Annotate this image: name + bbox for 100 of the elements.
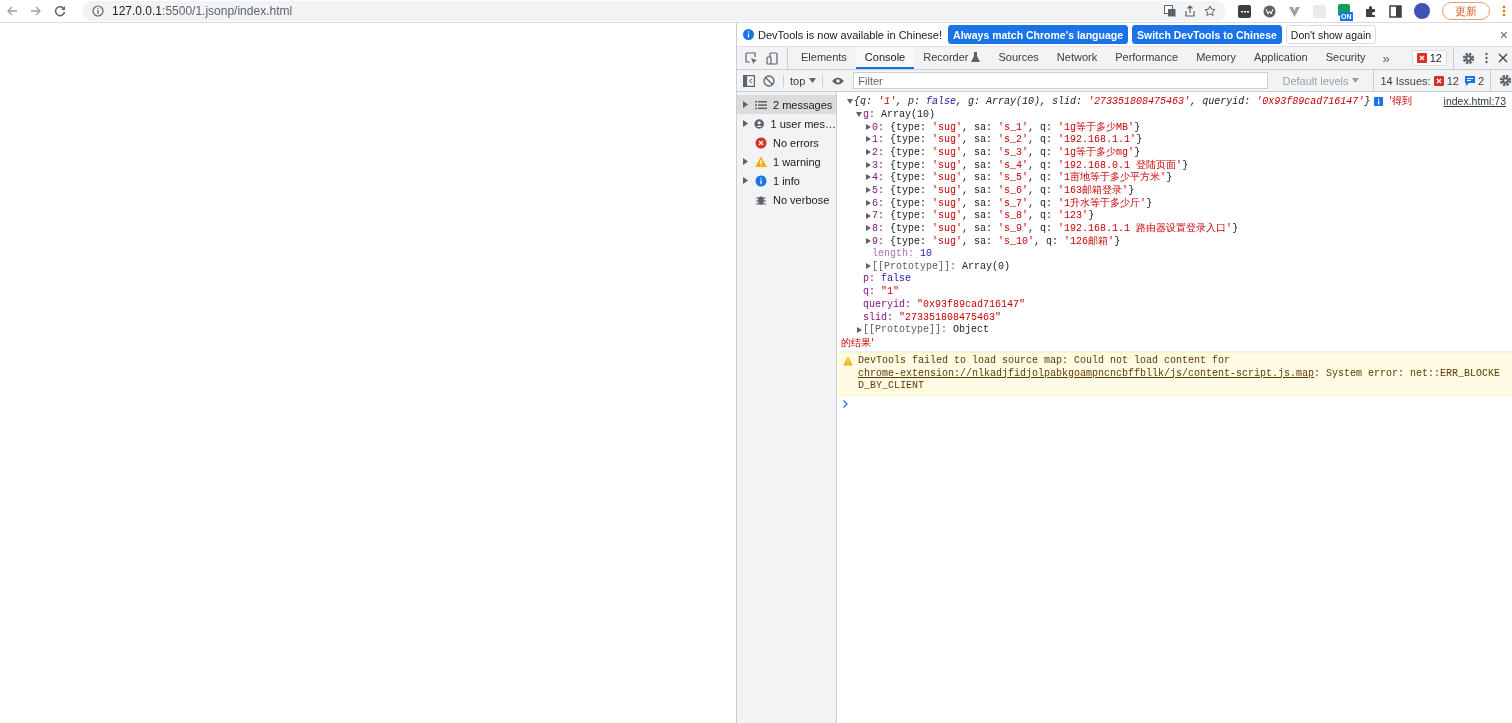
infobar-message: DevTools is now available in Chinese! bbox=[758, 28, 943, 41]
expand-arrow-icon bbox=[743, 177, 748, 184]
back-icon[interactable] bbox=[6, 5, 18, 17]
eye-icon[interactable] bbox=[831, 75, 846, 86]
property-line: [[Prototype]]: Array(0) bbox=[872, 260, 1011, 272]
reload-icon[interactable] bbox=[54, 5, 66, 17]
infobar-button[interactable]: Always match Chrome's language bbox=[948, 25, 1128, 44]
inspect-icon[interactable] bbox=[745, 51, 758, 65]
devtools-tab[interactable]: Application bbox=[1244, 47, 1317, 69]
error-flag-icon bbox=[1416, 53, 1427, 63]
expand-arrow-icon[interactable] bbox=[864, 225, 871, 232]
message-icon bbox=[1464, 75, 1475, 86]
infobar-button[interactable]: Switch DevTools to Chinese bbox=[1132, 25, 1282, 44]
sidebar-item[interactable]: 2 messages bbox=[737, 95, 836, 114]
expand-arrow-icon[interactable] bbox=[864, 161, 871, 168]
expand-arrow-icon[interactable] bbox=[855, 111, 862, 118]
sidebar-item[interactable]: No errors bbox=[737, 133, 836, 152]
expand-arrow-icon[interactable] bbox=[846, 98, 853, 105]
expand-arrow-icon[interactable] bbox=[864, 149, 871, 156]
expand-arrow-icon bbox=[743, 101, 748, 108]
context-dropdown[interactable]: top bbox=[783, 74, 824, 87]
more-tabs-button[interactable]: » bbox=[1374, 47, 1398, 69]
more-options-icon[interactable] bbox=[1485, 52, 1488, 64]
property-line: 6: {type: 'sug', sa: 's_7', q: '1升水等于多少斤'} bbox=[872, 196, 1153, 210]
property-line: p: false bbox=[863, 273, 912, 285]
expand-arrow-icon[interactable] bbox=[864, 212, 871, 219]
star-icon[interactable] bbox=[1204, 5, 1216, 17]
puzzle-icon[interactable] bbox=[1364, 4, 1377, 18]
sidebar-item[interactable]: 1 warning bbox=[737, 152, 836, 171]
device-toolbar-icon[interactable] bbox=[766, 51, 779, 65]
property-line: 1: {type: 'sug', sa: 's_2', q: '192.168.1.1'} bbox=[872, 133, 1143, 145]
list-icon bbox=[755, 98, 767, 111]
translate-icon[interactable] bbox=[1164, 5, 1176, 17]
source-link[interactable]: index.html:73 bbox=[1435, 95, 1506, 107]
sidebar-item[interactable]: No verbose bbox=[737, 190, 836, 209]
expand-arrow-icon[interactable] bbox=[855, 326, 862, 333]
property-line: 9: {type: 'sug', sa: 's_10', q: '126邮箱'} bbox=[872, 234, 1121, 248]
error-flag-icon bbox=[1433, 75, 1444, 86]
property-line: [[Prototype]]: Object bbox=[863, 324, 990, 336]
expand-arrow-icon[interactable] bbox=[864, 199, 871, 206]
info-icon bbox=[92, 5, 104, 17]
infobar-button[interactable]: Don't show again bbox=[1285, 25, 1377, 44]
property-line: slid: "273351808475463" bbox=[863, 311, 1002, 323]
info-issue-count: 2 bbox=[1477, 74, 1484, 87]
property-line: 7: {type: 'sug', sa: 's_8', q: '123'} bbox=[872, 210, 1095, 222]
object-summary: {q: '1', p: false, g: Array(10), slid: '273351808475463', queryid: '0x93f89cad716147'} bbox=[854, 95, 1371, 107]
side-panel-icon[interactable] bbox=[1389, 4, 1402, 18]
expand-arrow-icon[interactable] bbox=[864, 123, 871, 130]
property-line: 8: {type: 'sug', sa: 's_9', q: '192.168.1.1 路由器设置登录入口'} bbox=[872, 222, 1239, 236]
update-button[interactable]: 更新 bbox=[1442, 2, 1490, 20]
info-badge-icon bbox=[1374, 96, 1384, 106]
expand-arrow-icon[interactable] bbox=[864, 263, 871, 270]
v-logo-icon[interactable] bbox=[1288, 4, 1301, 18]
circle-logo-icon[interactable] bbox=[1263, 4, 1276, 18]
filter-field[interactable]: Filter bbox=[853, 72, 1269, 89]
log-text: '得到 bbox=[1389, 94, 1412, 109]
devtools-tab[interactable]: Security bbox=[1316, 47, 1375, 69]
prompt-icon[interactable] bbox=[843, 399, 848, 408]
dropdown-caret-icon bbox=[809, 78, 817, 83]
property-line: g: Array(10) bbox=[863, 108, 936, 120]
share-icon[interactable] bbox=[1184, 5, 1196, 17]
address-bar[interactable]: 127.0.0.1:5500/1.jsonp/index.html bbox=[82, 1, 1226, 21]
terminal-icon[interactable] bbox=[1238, 4, 1251, 18]
devtools-tab[interactable]: Console bbox=[855, 47, 915, 69]
close-button[interactable]: × bbox=[1499, 27, 1508, 42]
error-count-button[interactable]: 12 bbox=[1411, 50, 1447, 66]
info-icon bbox=[743, 29, 754, 40]
user-icon bbox=[754, 117, 765, 130]
warning-icon bbox=[843, 356, 853, 367]
forward-icon[interactable] bbox=[30, 5, 42, 17]
expand-arrow-icon[interactable] bbox=[864, 237, 871, 244]
source-map-link[interactable]: chrome-extension://nlkadjfidjolpabkgoampncncbffbllk/js/content-script.js.map bbox=[858, 367, 1315, 379]
expand-arrow-icon[interactable] bbox=[864, 136, 871, 143]
property-line: 2: {type: 'sug', sa: 's_3', q: '1g等于多少mg'} bbox=[872, 146, 1141, 160]
devtools-tab[interactable]: Recorder bbox=[914, 47, 990, 69]
devtools-tab[interactable]: Performance bbox=[1106, 47, 1188, 69]
close-icon[interactable] bbox=[1498, 53, 1508, 63]
expand-arrow-icon[interactable] bbox=[864, 174, 871, 181]
issues-label: 14 Issues: bbox=[1380, 74, 1431, 87]
devtools-tab[interactable]: Memory bbox=[1187, 47, 1245, 69]
settings-icon[interactable] bbox=[1499, 74, 1512, 87]
sidebar-item[interactable]: 1 user mes… bbox=[737, 114, 836, 133]
info-icon bbox=[755, 174, 767, 187]
settings-icon[interactable] bbox=[1462, 51, 1475, 65]
clear-console-icon[interactable] bbox=[763, 74, 775, 87]
issues-button[interactable]: 14 Issues: 12 2 bbox=[1373, 70, 1491, 91]
expand-arrow-icon[interactable] bbox=[864, 187, 871, 194]
property-line: 0: {type: 'sug', sa: 's_1', q: '1g等于多少MB'} bbox=[872, 120, 1141, 134]
devtools-tab[interactable]: Network bbox=[1047, 47, 1107, 69]
devtools-tab[interactable]: Elements bbox=[792, 47, 856, 69]
sidebar-item[interactable]: 1 info bbox=[737, 171, 836, 190]
devtools-tab[interactable]: Sources bbox=[989, 47, 1048, 69]
avatar-icon[interactable] bbox=[1414, 3, 1430, 19]
log-text: 的结果' bbox=[841, 335, 874, 350]
dropdown-caret-icon bbox=[1352, 78, 1360, 83]
warning-message: DevTools failed to load source map: Could not load content for chrome-extension://nlkadjfidjolpabkgoampncncbffbllk/js/content-script.js.map: System error: net::ERR_BLOCKED_BY_CLIENT bbox=[858, 355, 1502, 393]
warning-icon bbox=[755, 155, 767, 168]
menu-icon[interactable] bbox=[1502, 5, 1506, 17]
error-count: 12 bbox=[1429, 52, 1442, 64]
sidebar-toggle-icon[interactable] bbox=[743, 74, 755, 87]
